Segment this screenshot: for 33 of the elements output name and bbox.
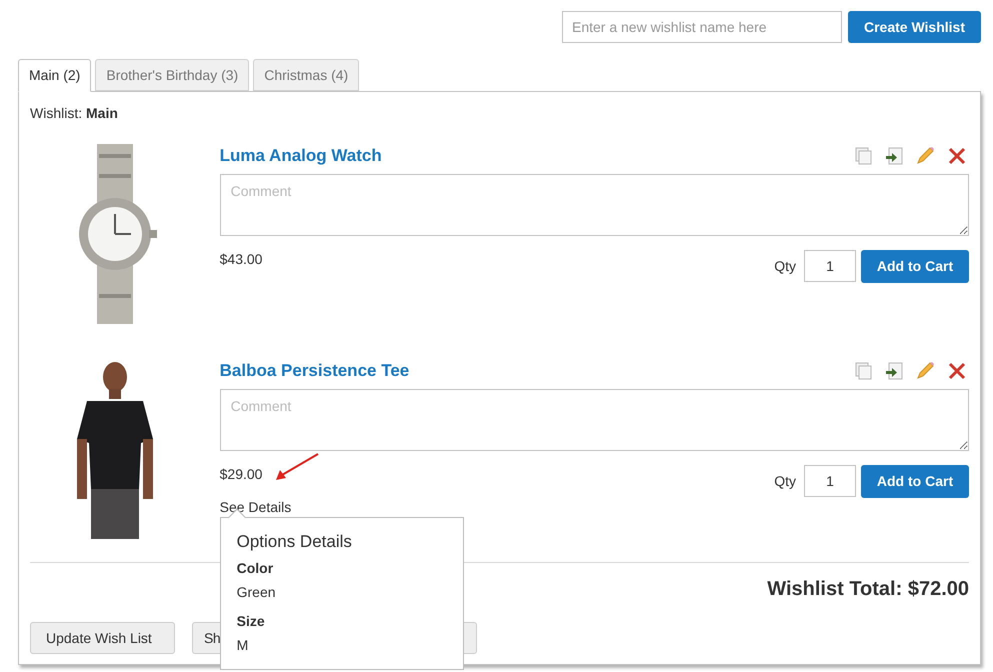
qty-field[interactable]: 1 [804, 250, 856, 282]
comment-field[interactable]: Comment [220, 388, 969, 450]
arrow-drawing [274, 452, 320, 482]
comment-field[interactable]: Comment [220, 174, 969, 236]
action-button[interactable]: Update Wish List [30, 622, 175, 654]
close-icon[interactable] [947, 146, 967, 166]
option-value: M [236, 636, 250, 654]
product-name-link[interactable]: Balboa Persistence Tee [220, 358, 410, 384]
qty-label: Qty [774, 256, 796, 276]
price-text: $43.00 [220, 250, 262, 268]
popup-title: Options Details [236, 532, 353, 552]
move-icon[interactable] [885, 146, 903, 165]
price-text: $29.00 [220, 464, 264, 484]
qty-field[interactable]: 1 [804, 465, 856, 497]
option-value: Green [236, 582, 277, 602]
wishlist-label: Wishlist: Main [30, 104, 119, 123]
tab[interactable]: Brother's Birthday (3) [95, 59, 250, 91]
tab[interactable]: Main (2) [18, 59, 92, 92]
option-label: Size [236, 612, 266, 630]
add-to-cart-button[interactable]: Add to Cart [861, 250, 969, 282]
see-details-link[interactable]: See Details [220, 496, 292, 518]
option-label: Color [236, 558, 274, 578]
qty-label: Qty [774, 472, 796, 491]
add-to-cart-button[interactable]: Add to Cart [861, 464, 969, 498]
tab[interactable]: Christmas (4) [253, 59, 360, 91]
pencil-icon[interactable] [915, 146, 935, 166]
wishlist-total: Wishlist Total: $72.00 [767, 577, 969, 602]
wishlist-name-field[interactable]: Enter a new wishlist name here [562, 11, 842, 43]
move-icon[interactable] [885, 362, 903, 380]
create-wishlist-button[interactable]: Create Wishlist [848, 11, 981, 43]
product-name-link[interactable]: Luma Analog Watch [220, 143, 382, 168]
close-icon[interactable] [947, 360, 967, 381]
pencil-icon[interactable] [915, 360, 935, 381]
